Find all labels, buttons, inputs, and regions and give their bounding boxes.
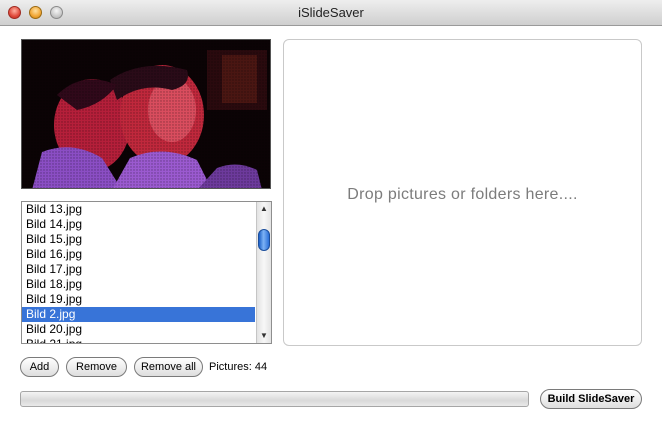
drop-zone-hint: Drop pictures or folders here.... [347,186,578,203]
scroll-up-icon[interactable]: ▲ [257,202,271,216]
add-button[interactable]: Add [20,357,59,377]
window-title: iSlideSaver [298,5,364,20]
list-scrollbar[interactable]: ▲ ▼ [256,202,271,343]
image-preview [21,39,271,189]
list-item[interactable]: Bild 19.jpg [22,292,255,307]
drop-zone[interactable]: Drop pictures or folders here.... [283,39,642,346]
remove-all-button[interactable]: Remove all [134,357,203,377]
list-item[interactable]: Bild 17.jpg [22,262,255,277]
progress-bar [20,391,529,407]
title-bar: iSlideSaver [0,0,662,26]
remove-button[interactable]: Remove [66,357,127,377]
list-item[interactable]: Bild 2.jpg [22,307,255,322]
list-item[interactable]: Bild 14.jpg [22,217,255,232]
build-slidesaver-button[interactable]: Build SlideSaver [540,389,642,409]
list-item[interactable]: Bild 13.jpg [22,202,255,217]
picture-list[interactable]: Bild 13.jpg Bild 14.jpg Bild 15.jpg Bild 16… [21,201,272,344]
list-item[interactable]: Bild 20.jpg [22,322,255,337]
list-item[interactable]: Bild 16.jpg [22,247,255,262]
list-item[interactable]: Bild 21.jpg [22,337,255,343]
picture-list-items: Bild 13.jpg Bild 14.jpg Bild 15.jpg Bild 16… [22,202,255,343]
list-item[interactable]: Bild 18.jpg [22,277,255,292]
list-item[interactable]: Bild 15.jpg [22,232,255,247]
scroll-thumb[interactable] [258,229,270,251]
scroll-down-icon[interactable]: ▼ [257,329,271,343]
picture-count: Pictures: 44 [209,361,268,373]
